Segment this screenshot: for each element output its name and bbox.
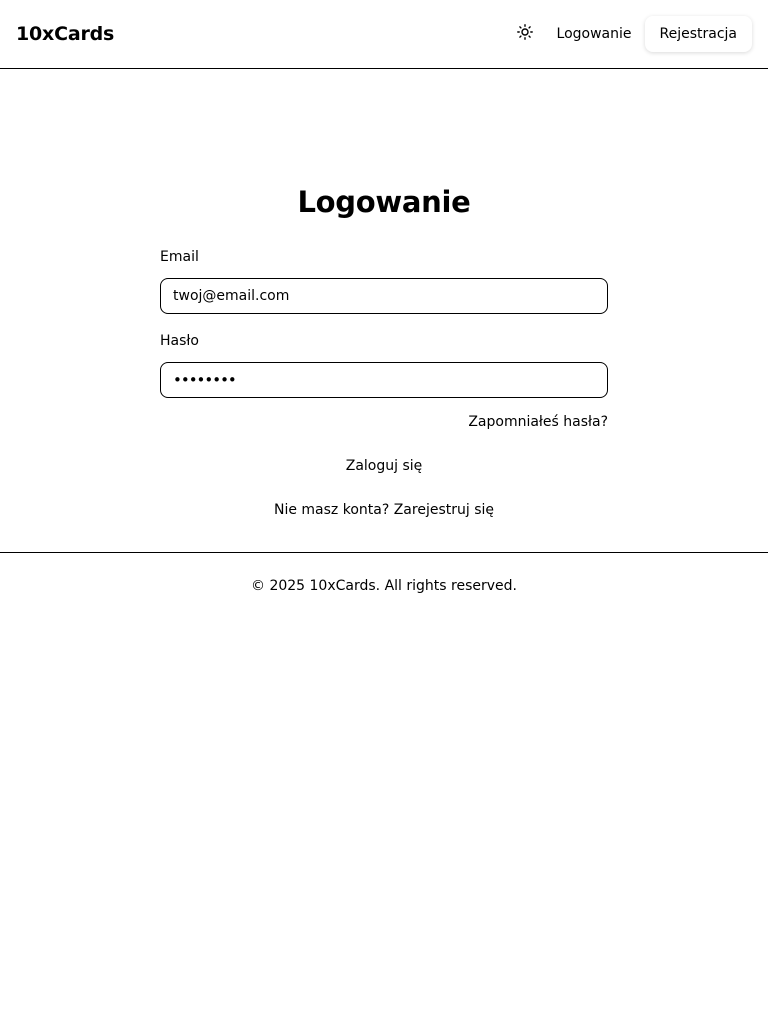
email-label: Email bbox=[160, 249, 199, 265]
forgot-row: Zapomniałeś hasła? bbox=[160, 414, 608, 436]
login-submit-button[interactable]: Zaloguj się bbox=[346, 458, 423, 474]
copyright-text: © 2025 10xCards. All rights reserved. bbox=[251, 578, 517, 594]
signup-link[interactable]: Nie masz konta? Zarejestruj się bbox=[274, 502, 494, 518]
forgot-password-link[interactable]: Zapomniałeś hasła? bbox=[468, 414, 608, 430]
theme-toggle-button[interactable] bbox=[511, 20, 539, 48]
site-footer: © 2025 10xCards. All rights reserved. bbox=[0, 553, 768, 594]
password-field[interactable]: •••••••• bbox=[160, 362, 608, 398]
email-field[interactable]: twoj@email.com bbox=[160, 278, 608, 314]
login-link[interactable]: Logowanie bbox=[557, 26, 632, 42]
header-nav: Logowanie Rejestracja bbox=[511, 16, 752, 52]
brand-logo[interactable]: 10xCards bbox=[16, 23, 114, 45]
register-button[interactable]: Rejestracja bbox=[644, 16, 752, 52]
submit-row: Zaloguj się bbox=[160, 458, 608, 474]
password-label: Hasło bbox=[160, 333, 199, 349]
login-section: Logowanie Email twoj@email.com Hasło •••… bbox=[0, 69, 768, 553]
login-form: Email twoj@email.com Hasło •••••••• Zapo… bbox=[160, 249, 608, 518]
site-header: 10xCards Logowanie Rejestracja bbox=[0, 0, 768, 69]
register-row: Nie masz konta? Zarejestruj się bbox=[160, 502, 608, 518]
page-title: Logowanie bbox=[297, 185, 471, 219]
sun-icon bbox=[516, 24, 533, 44]
